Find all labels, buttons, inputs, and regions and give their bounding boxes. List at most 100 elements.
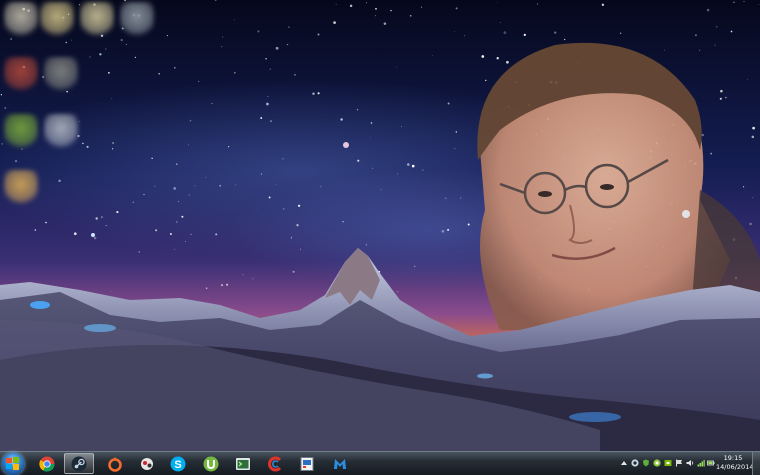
taskbar-ccleaner-button[interactable] xyxy=(260,453,290,474)
star xyxy=(447,228,450,231)
paint-icon xyxy=(300,456,314,471)
desktop-icon-2[interactable] xyxy=(40,2,74,38)
desktop-wallpaper xyxy=(0,0,760,475)
star xyxy=(105,224,107,227)
desktop-icon-9[interactable] xyxy=(4,170,38,206)
star xyxy=(463,35,465,37)
steam-tray-icon[interactable] xyxy=(631,459,639,467)
network-tray-icon[interactable] xyxy=(653,459,661,467)
star xyxy=(719,97,722,100)
star xyxy=(166,35,168,37)
star xyxy=(699,49,701,51)
taskbar-paint-button[interactable] xyxy=(292,453,322,474)
star xyxy=(372,167,374,169)
desktop-icon-4[interactable] xyxy=(120,2,154,38)
star xyxy=(395,66,397,68)
star xyxy=(158,73,160,75)
star xyxy=(169,232,172,236)
star xyxy=(374,14,377,17)
taskbar: S 19:15 14/06/2014 xyxy=(0,451,760,475)
star xyxy=(460,197,462,199)
star xyxy=(215,233,218,236)
shield-tray-icon[interactable] xyxy=(642,459,650,467)
star xyxy=(396,173,398,175)
star xyxy=(730,30,733,33)
star xyxy=(503,31,507,34)
star xyxy=(282,208,285,210)
star xyxy=(176,221,178,223)
taskbar-terminal-button[interactable] xyxy=(228,453,258,474)
signal-tray-icon[interactable] xyxy=(697,459,705,467)
desktop-icon-7[interactable] xyxy=(4,114,38,150)
star xyxy=(710,152,713,155)
star xyxy=(523,33,526,37)
show-desktop-button[interactable] xyxy=(752,452,760,475)
taskbar-steam-button[interactable] xyxy=(64,453,94,474)
star xyxy=(396,291,399,293)
star xyxy=(467,223,470,226)
star xyxy=(743,1,745,2)
star xyxy=(89,56,91,58)
star xyxy=(441,229,445,233)
system-tray xyxy=(620,452,716,475)
star xyxy=(189,119,192,122)
star xyxy=(112,148,114,150)
chrome-icon xyxy=(39,456,55,472)
star xyxy=(356,108,359,111)
taskbar-clock[interactable]: 19:15 14/06/2014 xyxy=(716,454,753,474)
star xyxy=(73,232,77,236)
battery-tray-icon[interactable] xyxy=(707,459,715,467)
star xyxy=(733,1,735,4)
star xyxy=(485,79,487,82)
star xyxy=(4,106,7,109)
star xyxy=(290,236,292,238)
star xyxy=(752,197,754,199)
desktop-icon-3[interactable] xyxy=(80,2,114,38)
taskbar-utorrent-button[interactable] xyxy=(196,453,226,474)
star xyxy=(112,141,115,145)
taskbar-skype-button[interactable]: S xyxy=(163,453,193,474)
desktop-icon-5[interactable] xyxy=(4,57,38,93)
windows-start-orb[interactable] xyxy=(2,453,24,475)
star xyxy=(188,144,189,146)
star xyxy=(390,9,392,12)
flag-tray-icon[interactable] xyxy=(675,459,683,467)
volume-tray-icon[interactable] xyxy=(686,459,694,467)
star xyxy=(86,145,89,148)
taskbar-game-button[interactable] xyxy=(132,453,162,474)
star xyxy=(664,49,665,51)
star xyxy=(357,159,360,162)
desktop-icon-6[interactable] xyxy=(44,57,78,93)
show-hidden-icons-icon[interactable] xyxy=(620,459,628,467)
star xyxy=(288,26,290,28)
desktop-icon-8[interactable] xyxy=(44,114,78,150)
star xyxy=(400,126,402,127)
star xyxy=(267,95,269,97)
taskbar-chrome-button[interactable] xyxy=(32,453,62,474)
star xyxy=(340,118,343,121)
star xyxy=(194,185,196,187)
skype-icon: S xyxy=(170,456,186,471)
malwarebytes-icon xyxy=(334,458,346,469)
star xyxy=(506,60,509,64)
nvidia-tray-icon[interactable] xyxy=(664,459,672,467)
star xyxy=(420,6,423,8)
taskbar-malwarebytes-button[interactable] xyxy=(325,453,355,474)
star xyxy=(268,196,271,199)
star xyxy=(99,53,102,56)
star xyxy=(176,163,178,165)
star xyxy=(481,55,485,58)
star xyxy=(317,33,320,36)
taskbar-origin-button[interactable] xyxy=(100,453,130,474)
star xyxy=(414,265,416,267)
star xyxy=(335,3,337,5)
star xyxy=(120,38,123,42)
star xyxy=(222,36,224,38)
star xyxy=(198,80,200,82)
desktop-icon-1[interactable] xyxy=(4,2,38,38)
star xyxy=(105,48,107,50)
star xyxy=(447,102,450,105)
star xyxy=(564,38,566,41)
star xyxy=(317,92,320,95)
star xyxy=(233,19,235,21)
